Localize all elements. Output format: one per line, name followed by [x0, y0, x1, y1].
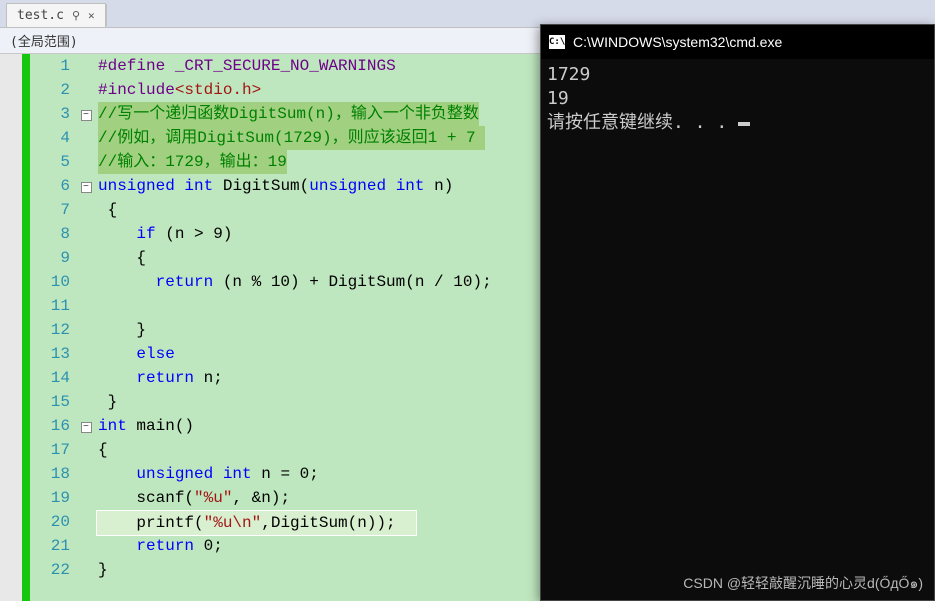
fold-toggle-icon[interactable]: − — [81, 422, 92, 433]
cmd-icon: C:\ — [549, 35, 565, 49]
line-number-gutter: 12345678910111213141516171819202122 — [30, 54, 78, 601]
pin-icon[interactable]: ⚲ — [72, 9, 80, 22]
fold-toggle-icon[interactable]: − — [81, 110, 92, 121]
breakpoint-margin[interactable] — [0, 54, 22, 601]
change-indicator — [22, 54, 30, 601]
console-title-text: C:\WINDOWS\system32\cmd.exe — [573, 34, 782, 50]
console-titlebar[interactable]: C:\ C:\WINDOWS\system32\cmd.exe — [541, 25, 934, 59]
console-window[interactable]: C:\ C:\WINDOWS\system32\cmd.exe 1729 19 … — [540, 24, 935, 601]
tab-divider — [106, 4, 107, 26]
tab-filename: test.c — [17, 8, 64, 23]
watermark-text: CSDN @轻轻敲醒沉睡的心灵d(ŐдŐ๑) — [683, 573, 923, 595]
fold-column[interactable]: − − − — [78, 54, 94, 601]
fold-toggle-icon[interactable]: − — [81, 182, 92, 193]
console-output: 1729 19 请按任意键继续. . . — [541, 59, 934, 139]
file-tab[interactable]: test.c ⚲ ✕ — [6, 3, 106, 27]
cursor-icon — [738, 122, 750, 126]
close-icon[interactable]: ✕ — [88, 9, 95, 22]
current-line-highlight: printf("%u\n",DigitSum(n)); — [96, 510, 417, 536]
scope-label: (全局范围) — [10, 31, 78, 50]
